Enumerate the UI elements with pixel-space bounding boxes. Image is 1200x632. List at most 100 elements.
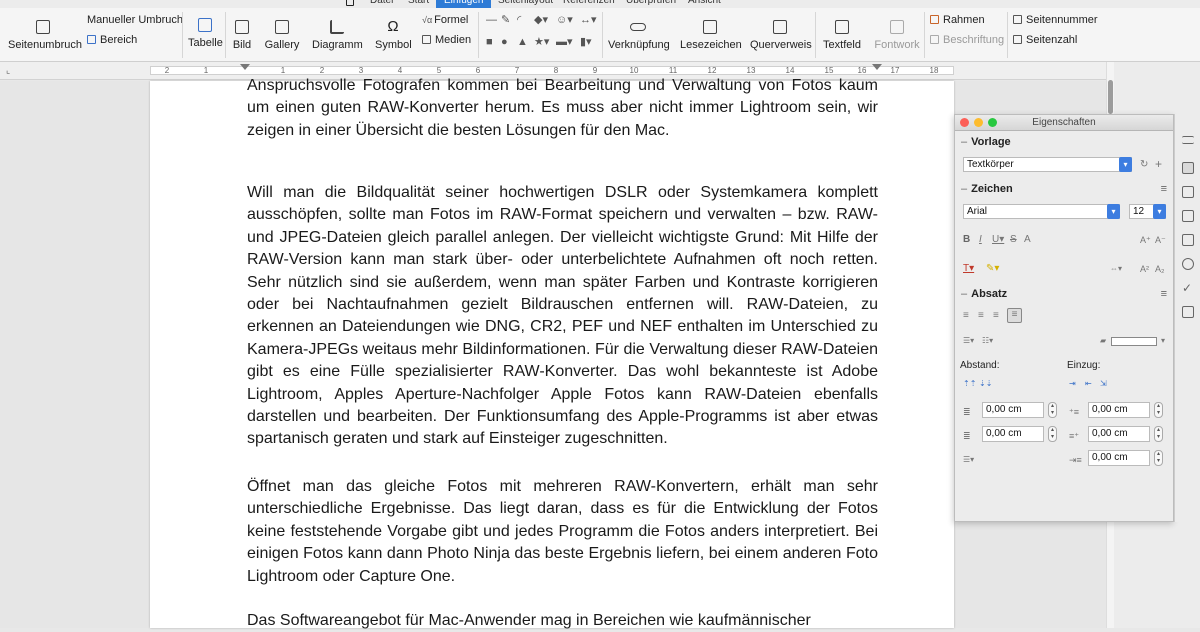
paragraph-body-3[interactable]: Das Softwareangebot für Mac-Anwender mag… xyxy=(247,610,878,632)
tab-referenzen[interactable]: Referenzen xyxy=(555,0,623,8)
vorlage-section-header[interactable]: – Vorlage xyxy=(955,136,1173,148)
sidebar-design-icon[interactable] xyxy=(1182,306,1194,318)
indent-before-input[interactable]: 0,00 cm xyxy=(1088,402,1150,418)
symbol-button[interactable]: Ω Symbol xyxy=(375,19,412,51)
bild-button[interactable]: Bild xyxy=(230,20,254,51)
increase-indent-icon[interactable]: ⇥ xyxy=(1069,378,1076,390)
seitenumbruch-button[interactable]: Seitenumbruch xyxy=(8,20,82,51)
panel-titlebar[interactable]: Eigenschaften xyxy=(955,115,1173,131)
lesezeichen-button[interactable]: Lesezeichen xyxy=(680,20,742,51)
beschriftung-button[interactable]: Beschriftung xyxy=(930,34,1004,46)
bullet-list-icon[interactable]: ☰▾ xyxy=(963,335,974,347)
align-left-icon[interactable]: ≡ xyxy=(963,310,969,322)
verknuepfung-button[interactable]: Verknüpfung xyxy=(608,20,670,51)
document-page[interactable]: Anspruchsvolle Fotografen kommen bei Bea… xyxy=(150,77,954,629)
seitennummer-button[interactable]: Seitennummer xyxy=(1013,14,1098,26)
sidebar-gallery-icon[interactable] xyxy=(1182,234,1194,246)
seitenzahl-button[interactable]: Seitenzahl xyxy=(1013,34,1077,46)
tab-ansicht[interactable]: Ansicht xyxy=(680,0,729,8)
sidebar-navigator-icon[interactable] xyxy=(1182,258,1194,270)
align-justify-icon[interactable]: ≡ xyxy=(1007,308,1022,323)
textfeld-button[interactable]: Textfeld xyxy=(820,20,864,51)
flowchart-shape-icon[interactable]: ▮▾ xyxy=(580,36,592,48)
paragraph-body-2[interactable]: Öffnet man das gleiche Fotos mit mehrere… xyxy=(247,476,878,588)
font-color-icon[interactable]: T▾ xyxy=(963,263,974,275)
line-tool-icon[interactable]: — xyxy=(486,14,497,26)
arc-tool-icon[interactable]: ◜ xyxy=(517,14,521,26)
indent-before-stepper[interactable]: ▴ ▾ xyxy=(1154,402,1163,418)
font-name-dropdown[interactable]: Arial ▾ xyxy=(963,204,1120,219)
zeichen-section-header[interactable]: – Zeichen ≡ xyxy=(955,183,1173,195)
close-icon[interactable] xyxy=(960,118,969,127)
tab-seitenlayout[interactable]: Seitenlayout xyxy=(490,0,561,8)
update-style-icon[interactable]: ↻ xyxy=(1140,159,1148,171)
formel-button[interactable]: √α Formel xyxy=(422,14,468,26)
subscript-icon[interactable]: A₂ xyxy=(1155,263,1165,275)
callout-shape-icon[interactable]: ▬▾ xyxy=(556,36,573,48)
shadow-icon[interactable]: A xyxy=(1024,234,1031,246)
space-below-stepper[interactable]: ▴ ▾ xyxy=(1048,426,1057,442)
strikethrough-icon[interactable]: S xyxy=(1010,234,1017,246)
decrease-indent-icon[interactable]: ⇤ xyxy=(1085,378,1092,390)
arrow-shape-icon[interactable]: ↔▾ xyxy=(580,14,597,26)
tab-einfuegen[interactable]: Einfügen xyxy=(436,0,492,8)
tabelle-button[interactable]: Tabelle xyxy=(188,18,223,49)
hanging-indent-icon[interactable]: ⇲ xyxy=(1100,378,1107,390)
zoom-icon[interactable] xyxy=(988,118,997,127)
grow-font-icon[interactable]: A⁺ xyxy=(1140,234,1151,246)
minimize-icon[interactable] xyxy=(974,118,983,127)
rectangle-tool-icon[interactable]: ■ xyxy=(486,36,493,48)
shrink-font-icon[interactable]: A⁻ xyxy=(1155,234,1166,246)
background-color-icon[interactable]: ▰ xyxy=(1100,335,1106,347)
fontwork-button[interactable]: Fontwork xyxy=(872,20,922,51)
line-spacing-icon[interactable]: ☰▾ xyxy=(963,454,974,466)
tab-stop-icon[interactable]: ⌞ xyxy=(6,65,10,76)
gallery-button[interactable]: Gallery xyxy=(264,20,300,51)
italic-icon[interactable]: I xyxy=(979,234,982,246)
first-line-indent-input[interactable]: 0,00 cm xyxy=(1088,450,1150,466)
font-size-dropdown[interactable]: 12 ▾ xyxy=(1129,204,1166,219)
sidebar-page-icon[interactable] xyxy=(1182,186,1194,198)
highlight-color-icon[interactable]: ✎▾ xyxy=(986,263,999,275)
scrollbar-thumb[interactable] xyxy=(1108,80,1113,114)
new-style-icon[interactable]: + xyxy=(1155,158,1162,170)
more-options-icon[interactable]: ≡ xyxy=(1161,288,1167,300)
triangle-tool-icon[interactable]: ▲ xyxy=(517,36,528,48)
align-center-icon[interactable]: ≡ xyxy=(978,310,984,322)
space-above-input[interactable]: 0,00 cm xyxy=(982,402,1044,418)
numbered-list-icon[interactable]: ☷▾ xyxy=(982,335,993,347)
left-indent-marker[interactable] xyxy=(240,64,250,70)
ellipse-tool-icon[interactable]: ● xyxy=(501,36,508,48)
character-spacing-icon[interactable]: ⇔▾ xyxy=(1110,263,1122,275)
paragraph-intro[interactable]: Anspruchsvolle Fotografen kommen bei Bea… xyxy=(247,75,878,142)
manueller-umbruch-button[interactable]: Manueller Umbruch xyxy=(87,14,183,26)
more-options-icon[interactable]: ≡ xyxy=(1161,183,1167,195)
star-shape-icon[interactable]: ★▾ xyxy=(534,36,549,48)
space-below-input[interactable]: 0,00 cm xyxy=(982,426,1044,442)
diamond-shape-icon[interactable]: ◆▾ xyxy=(534,14,548,26)
superscript-icon[interactable]: A² xyxy=(1140,263,1149,275)
paragraph-body-1[interactable]: Will man die Bildqualität seiner hochwer… xyxy=(247,182,878,451)
underline-icon[interactable]: U▾ xyxy=(992,234,1004,246)
tab-datei[interactable]: Datei xyxy=(362,0,401,8)
diagramm-button[interactable]: Diagramm xyxy=(312,20,363,51)
sidebar-settings-icon[interactable] xyxy=(1182,136,1194,144)
medien-button[interactable]: Medien xyxy=(422,34,471,46)
background-color-swatch[interactable] xyxy=(1111,337,1157,346)
sidebar-styles-icon[interactable] xyxy=(1182,210,1194,222)
querverweis-button[interactable]: Querverweis xyxy=(750,20,812,51)
tab-start[interactable]: Start xyxy=(400,0,437,8)
absatz-section-header[interactable]: – Absatz ≡ xyxy=(955,288,1173,300)
rahmen-button[interactable]: Rahmen xyxy=(930,14,985,26)
right-indent-marker[interactable] xyxy=(872,64,882,70)
increase-spacing-icon[interactable]: ⇡⇡ xyxy=(963,378,976,390)
bold-icon[interactable]: B xyxy=(963,234,970,246)
bereich-button[interactable]: Bereich xyxy=(87,34,137,46)
align-right-icon[interactable]: ≡ xyxy=(993,310,999,322)
smiley-shape-icon[interactable]: ☺▾ xyxy=(556,14,573,26)
chevron-down-icon[interactable]: ▾ xyxy=(1161,335,1165,347)
first-line-indent-stepper[interactable]: ▴ ▾ xyxy=(1154,450,1163,466)
indent-after-stepper[interactable]: ▴ ▾ xyxy=(1154,426,1163,442)
curve-tool-icon[interactable]: ✎ xyxy=(501,14,510,26)
sidebar-manage-changes-icon[interactable]: ✓ xyxy=(1182,282,1194,294)
